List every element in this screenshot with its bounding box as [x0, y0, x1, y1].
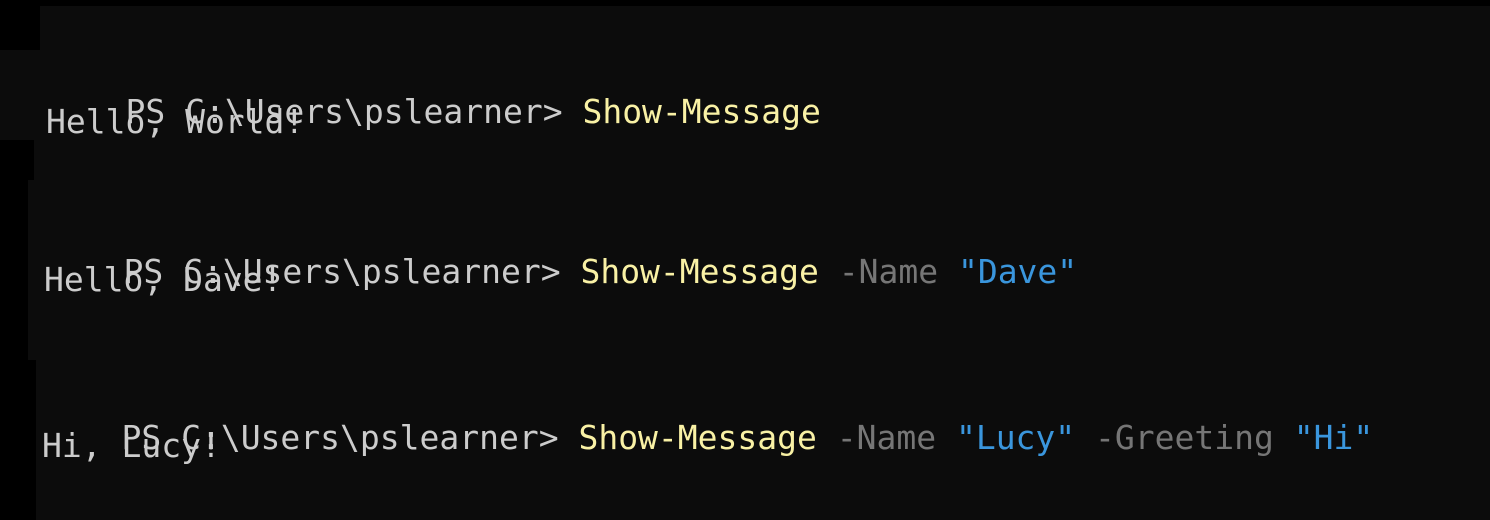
top-edge [0, 0, 1490, 6]
parameter-name: -Name [816, 418, 956, 457]
command-text: Show-Message [578, 418, 817, 457]
left-edge-1 [0, 0, 40, 50]
parameter-name: -Name [818, 252, 958, 291]
parameter-value: "Dave" [957, 252, 1078, 291]
parameter-value: "Hi" [1293, 418, 1374, 457]
parameter-name: -Greeting [1075, 418, 1294, 457]
command-line-1: PS C:\Users\pslearner> Show-Message [46, 52, 820, 131]
command-line-3: PS C:\Users\pslearner> Show-Message -Nam… [42, 378, 1373, 457]
terminal-window[interactable]: PS C:\Users\pslearner> Show-Message Hell… [0, 0, 1490, 520]
output-line-2: Hello, Dave! [44, 260, 283, 299]
command-text: Show-Message [582, 92, 821, 131]
command-text: Show-Message [580, 252, 819, 291]
output-line-1: Hello, World! [46, 102, 305, 141]
left-edge-3 [0, 170, 28, 360]
parameter-value: "Lucy" [955, 418, 1076, 457]
command-line-2: PS C:\Users\pslearner> Show-Message -Nam… [44, 212, 1077, 291]
left-edge-4 [0, 360, 36, 520]
output-line-3: Hi, Lucy! [42, 426, 221, 465]
